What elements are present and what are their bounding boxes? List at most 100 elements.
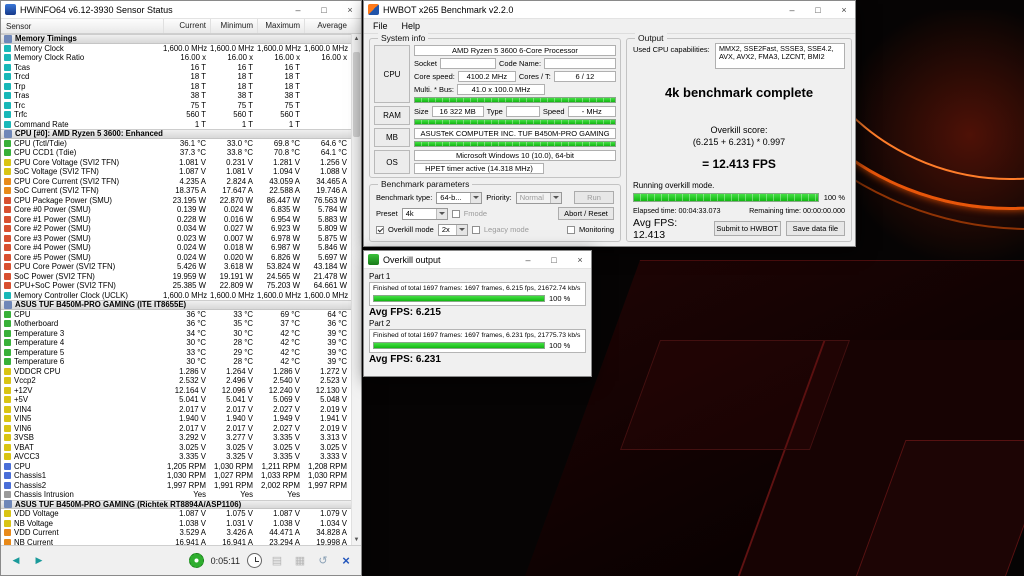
sensor-row[interactable]: NB Current16.941 A16.941 A23.294 A19.998… bbox=[1, 538, 351, 546]
toolbar-close-icon[interactable]: × bbox=[337, 552, 355, 570]
sensor-row[interactable]: Core #1 Power (SMU)0.228 W0.016 W6.954 W… bbox=[1, 215, 351, 225]
sensor-row[interactable]: VDD Current3.529 A3.426 A44.471 A34.828 … bbox=[1, 528, 351, 538]
sensor-section-row[interactable]: ASUS TUF B450M-PRO GAMING (ITE IT8655E) bbox=[1, 300, 351, 310]
close-button[interactable]: × bbox=[569, 251, 591, 268]
sensor-label: CPU Core Voltage (SVI2 TFN) bbox=[1, 158, 163, 168]
submit-to-hwbot-button[interactable]: Submit to HWBOT bbox=[714, 221, 781, 236]
sensor-row[interactable]: VIN62.017 V2.017 V2.027 V2.019 V bbox=[1, 424, 351, 434]
minimize-button[interactable]: – bbox=[517, 251, 539, 268]
sensor-row[interactable]: CPU Package Power (SMU)23.195 W22.870 W8… bbox=[1, 196, 351, 206]
sensor-row[interactable]: Core #2 Power (SMU)0.034 W0.027 W6.923 W… bbox=[1, 224, 351, 234]
run-button[interactable]: Run bbox=[574, 191, 614, 204]
reset-values-icon[interactable]: ↺ bbox=[314, 552, 332, 570]
sensor-row[interactable]: SoC Power (SVI2 TFN)19.959 W19.191 W24.5… bbox=[1, 272, 351, 282]
scrollbar-thumb[interactable] bbox=[353, 52, 360, 137]
save-data-file-button[interactable]: Save data file bbox=[786, 221, 845, 236]
sensor-row[interactable]: SoC Voltage (SVI2 TFN)1.087 V1.081 V1.09… bbox=[1, 167, 351, 177]
logging-icon[interactable]: ▦ bbox=[291, 552, 309, 570]
sensor-row[interactable]: Motherboard36 °C35 °C37 °C36 °C bbox=[1, 319, 351, 329]
sensor-row[interactable]: CPU36 °C33 °C69 °C64 °C bbox=[1, 310, 351, 320]
sensor-row[interactable]: AVCC33.335 V3.325 V3.335 V3.333 V bbox=[1, 452, 351, 462]
sensor-row[interactable]: CPU Core Current (SVI2 TFN)4.235 A2.824 … bbox=[1, 177, 351, 187]
scroll-up-icon[interactable]: ▲ bbox=[352, 34, 361, 44]
legacy-mode-checkbox[interactable] bbox=[472, 226, 480, 234]
sensor-row[interactable]: Temperature 533 °C29 °C42 °C39 °C bbox=[1, 348, 351, 358]
menu-help[interactable]: Help bbox=[395, 21, 428, 31]
sensor-row[interactable]: Trcd18 T18 T18 T bbox=[1, 72, 351, 82]
sensor-section-row[interactable]: CPU [#0]: AMD Ryzen 5 3600: Enhanced bbox=[1, 129, 351, 139]
maximize-button[interactable]: □ bbox=[807, 1, 829, 18]
sensor-row[interactable]: Vccp22.532 V2.496 V2.540 V2.523 V bbox=[1, 376, 351, 386]
nav-forward-icon[interactable]: ▶ bbox=[30, 552, 48, 570]
close-button[interactable]: × bbox=[339, 1, 361, 18]
sensor-row[interactable]: CPU CCD1 (Tdie)37.3 °C33.8 °C70.8 °C64.1… bbox=[1, 148, 351, 158]
sensor-row[interactable]: Trp18 T18 T18 T bbox=[1, 82, 351, 92]
sensor-row[interactable]: CPU Core Power (SVI2 TFN)5.426 W3.618 W5… bbox=[1, 262, 351, 272]
abort-reset-button[interactable]: Abort / Reset bbox=[558, 207, 614, 220]
priority-select[interactable]: Normal bbox=[516, 192, 562, 204]
report-icon[interactable]: ▤ bbox=[268, 552, 286, 570]
sensor-row[interactable]: NB Voltage1.038 V1.031 V1.038 V1.034 V bbox=[1, 519, 351, 529]
desktop[interactable]: HWiNFO64 v6.12-3930 Sensor Status – □ × … bbox=[0, 0, 1024, 576]
sensor-section-row[interactable]: ASUS TUF B450M-PRO GAMING (Richtek RT889… bbox=[1, 500, 351, 510]
minimize-button[interactable]: – bbox=[287, 1, 309, 18]
configure-gear-icon[interactable] bbox=[188, 552, 206, 570]
preset-select[interactable]: 4k bbox=[402, 208, 448, 220]
sensor-row[interactable]: Core #0 Power (SMU)0.139 W0.024 W6.835 W… bbox=[1, 205, 351, 215]
sensor-row[interactable]: Tras38 T38 T38 T bbox=[1, 91, 351, 101]
fmode-checkbox[interactable] bbox=[452, 210, 460, 218]
scroll-down-icon[interactable]: ▼ bbox=[352, 535, 361, 545]
sensor-row[interactable]: +5V5.041 V5.041 V5.069 V5.048 V bbox=[1, 395, 351, 405]
sensor-row[interactable]: Core #4 Power (SMU)0.024 W0.018 W6.987 W… bbox=[1, 243, 351, 253]
sensor-row[interactable]: Chassis21,997 RPM1,991 RPM2,002 RPM1,997… bbox=[1, 481, 351, 491]
sensor-row[interactable]: SoC Current (SVI2 TFN)18.375 A17.647 A22… bbox=[1, 186, 351, 196]
sensor-row[interactable]: +12V12.164 V12.096 V12.240 V12.130 V bbox=[1, 386, 351, 396]
overkill-titlebar[interactable]: Overkill output – □ × bbox=[364, 251, 591, 269]
column-maximum[interactable]: Maximum bbox=[257, 19, 304, 33]
sensor-row[interactable]: CPU Core Voltage (SVI2 TFN)1.081 V0.231 … bbox=[1, 158, 351, 168]
nav-back-icon[interactable]: ◀ bbox=[7, 552, 25, 570]
sensor-row[interactable]: Tcas16 T16 T16 T bbox=[1, 63, 351, 73]
sensor-row[interactable]: VIN51.940 V1.940 V1.949 V1.941 V bbox=[1, 414, 351, 424]
hwinfo-titlebar[interactable]: HWiNFO64 v6.12-3930 Sensor Status – □ × bbox=[1, 1, 361, 19]
benchmark-type-select[interactable]: 64-b... bbox=[436, 192, 482, 204]
sensor-row[interactable]: CPU+SoC Power (SVI2 TFN)25.385 W22.809 W… bbox=[1, 281, 351, 291]
sensor-row[interactable]: CPU1,205 RPM1,030 RPM1,211 RPM1,208 RPM bbox=[1, 462, 351, 472]
column-average[interactable]: Average bbox=[304, 19, 351, 33]
sensor-row[interactable]: VDD Voltage1.087 V1.075 V1.087 V1.079 V bbox=[1, 509, 351, 519]
sensor-row[interactable]: Command Rate1 T1 T1 T bbox=[1, 120, 351, 130]
sensor-row[interactable]: VIN42.017 V2.017 V2.027 V2.019 V bbox=[1, 405, 351, 415]
sensor-row[interactable]: Chassis IntrusionYesYesYes bbox=[1, 490, 351, 500]
hwbot-titlebar[interactable]: HWBOT x265 Benchmark v2.2.0 – □ × bbox=[364, 1, 855, 19]
sensor-row[interactable]: Temperature 430 °C28 °C42 °C39 °C bbox=[1, 338, 351, 348]
sensor-row[interactable]: Memory Controller Clock (UCLK)1,600.0 MH… bbox=[1, 291, 351, 301]
sensor-row[interactable]: 3VSB3.292 V3.277 V3.335 V3.313 V bbox=[1, 433, 351, 443]
sensor-section-row[interactable]: Memory Timings bbox=[1, 34, 351, 44]
maximize-button[interactable]: □ bbox=[543, 251, 565, 268]
menu-file[interactable]: File bbox=[366, 21, 395, 31]
reset-clock-icon[interactable] bbox=[245, 552, 263, 570]
monitoring-checkbox[interactable] bbox=[567, 226, 575, 234]
sensor-row[interactable]: Temperature 630 °C28 °C42 °C39 °C bbox=[1, 357, 351, 367]
column-minimum[interactable]: Minimum bbox=[210, 19, 257, 33]
sensor-row[interactable]: Trc75 T75 T75 T bbox=[1, 101, 351, 111]
scrollbar-track[interactable] bbox=[352, 44, 361, 535]
sensor-row[interactable]: VDDCR CPU1.286 V1.264 V1.286 V1.272 V bbox=[1, 367, 351, 377]
overkill-multiplier-select[interactable]: 2x bbox=[438, 224, 468, 236]
column-current[interactable]: Current bbox=[163, 19, 210, 33]
sensor-row[interactable]: Memory Clock Ratio16.00 x16.00 x16.00 x1… bbox=[1, 53, 351, 63]
column-sensor[interactable]: Sensor bbox=[1, 22, 163, 31]
overkill-mode-checkbox[interactable] bbox=[376, 226, 384, 234]
sensor-row[interactable]: Trfc560 T560 T560 T bbox=[1, 110, 351, 120]
minimize-button[interactable]: – bbox=[781, 1, 803, 18]
sensor-scrollbar[interactable]: ▲ ▼ bbox=[351, 34, 361, 545]
sensor-row[interactable]: VBAT3.025 V3.025 V3.025 V3.025 V bbox=[1, 443, 351, 453]
sensor-row[interactable]: Temperature 334 °C30 °C42 °C39 °C bbox=[1, 329, 351, 339]
maximize-button[interactable]: □ bbox=[313, 1, 335, 18]
sensor-row[interactable]: Chassis11,030 RPM1,027 RPM1,033 RPM1,030… bbox=[1, 471, 351, 481]
sensor-row[interactable]: Core #5 Power (SMU)0.024 W0.020 W6.826 W… bbox=[1, 253, 351, 263]
sensor-row[interactable]: Memory Clock1,600.0 MHz1,600.0 MHz1,600.… bbox=[1, 44, 351, 54]
sensor-row[interactable]: CPU (Tctl/Tdie)36.1 °C33.0 °C69.8 °C64.6… bbox=[1, 139, 351, 149]
sensor-row[interactable]: Core #3 Power (SMU)0.023 W0.007 W6.978 W… bbox=[1, 234, 351, 244]
close-button[interactable]: × bbox=[833, 1, 855, 18]
